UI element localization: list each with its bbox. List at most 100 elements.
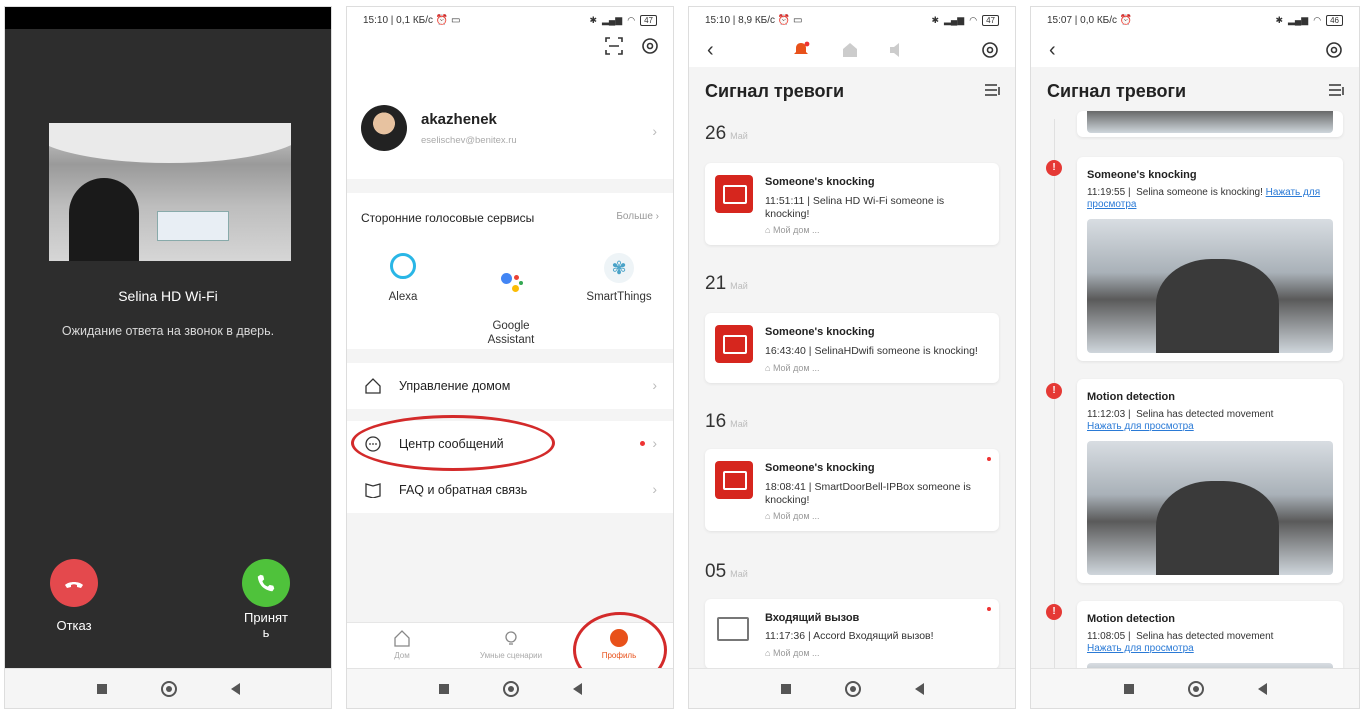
tab-home[interactable]: Дом <box>362 629 442 660</box>
settings-icon[interactable] <box>1325 41 1343 59</box>
wifi-icon: ◠ <box>1313 14 1322 25</box>
battery-indicator: 47 <box>982 14 999 26</box>
voice-services-title: Сторонние голосовые сервисы <box>361 211 535 225</box>
doorbell-icon <box>715 461 753 499</box>
recents-button[interactable] <box>1123 683 1134 694</box>
profile-card[interactable]: akazhenek eselischev@benitex.ru › <box>347 89 673 179</box>
recents-button[interactable] <box>780 683 791 694</box>
chevron-right-icon: › <box>652 435 657 451</box>
event-card-partial[interactable] <box>1077 111 1343 137</box>
status-time: 15:07 | 0,0 КБ/с ⏰ <box>1047 14 1133 26</box>
back-button[interactable] <box>230 682 240 695</box>
alarm-card[interactable]: Someone's knocking 18:08:41 | SmartDoorB… <box>705 449 999 531</box>
chevron-right-icon: › <box>652 481 657 497</box>
decline-button[interactable] <box>50 559 98 607</box>
bulb-icon <box>505 631 517 645</box>
recents-button[interactable] <box>96 683 107 694</box>
more-link[interactable]: Больше › <box>616 211 659 222</box>
home-button[interactable] <box>1187 680 1204 697</box>
service-smartthings[interactable]: ✾ SmartThings <box>579 253 659 303</box>
system-nav-bar <box>347 668 673 708</box>
home-button[interactable] <box>160 680 177 697</box>
speaker-icon[interactable] <box>889 42 905 58</box>
unread-dot <box>640 441 645 446</box>
signal-icon: ▂▄▆ <box>944 14 965 25</box>
recents-button[interactable] <box>438 683 449 694</box>
menu-item-faq[interactable]: FAQ и обратная связь › <box>347 467 673 513</box>
unread-dot <box>987 457 991 461</box>
status-bar: 15:10 | 0,1 КБ/с ⏰ ▭ ✱ ▂▄▆ ◠ 47 <box>347 7 673 33</box>
incoming-call-screen: Selina HD Wi-Fi Ожидание ответа на звоно… <box>4 6 332 709</box>
status-bar: 15:10 | 8,9 КБ/с ⏰ ▭ ✱ ▂▄▆ ◠ 47 <box>689 7 1015 33</box>
settings-icon[interactable] <box>641 37 659 55</box>
voice-services-section: Сторонние голосовые сервисы Больше › Ale… <box>347 193 673 349</box>
alarm-card[interactable]: Someone's knocking 16:43:40 | SelinaHDwi… <box>705 313 999 383</box>
accept-label: Принят ь <box>243 610 288 640</box>
header: ‹ <box>689 33 1015 67</box>
back-button[interactable] <box>914 682 924 695</box>
signal-icon: ▂▄▆ <box>1288 14 1309 25</box>
scan-icon[interactable] <box>605 37 623 55</box>
event-card[interactable]: Someone's knocking 11:19:55 | Selina som… <box>1077 157 1343 361</box>
unread-dot <box>987 607 991 611</box>
user-name: akazhenek <box>421 111 497 128</box>
profile-screen: 15:10 | 0,1 КБ/с ⏰ ▭ ✱ ▂▄▆ ◠ 47 akazhenek e… <box>346 6 674 709</box>
alarm-card[interactable]: Входящий вызов 11:17:36 | Accord Входящи… <box>705 599 999 669</box>
doorbell-icon <box>715 175 753 213</box>
bell-icon[interactable] <box>792 41 810 59</box>
location-label: ⌂ Мой дом ... <box>765 225 820 235</box>
alexa-icon <box>390 253 416 279</box>
smartthings-icon: ✾ <box>604 253 634 283</box>
alarm-timeline-screen: 15:07 | 0,0 КБ/с ⏰ ✱ ▂▄▆ ◠ 46 ‹ Сигнал трев… <box>1030 6 1360 709</box>
filter-icon[interactable] <box>1329 83 1345 97</box>
day-header: 21 Май <box>705 273 748 294</box>
status-bar: 15:07 | 0,0 КБ/с ⏰ ✱ ▂▄▆ ◠ 46 <box>1031 7 1359 33</box>
event-card[interactable]: Motion detection 11:12:03 | Selina has d… <box>1077 379 1343 583</box>
status-area <box>5 7 331 29</box>
back-button[interactable] <box>572 682 582 695</box>
wifi-icon: ◠ <box>627 14 636 25</box>
system-nav-bar <box>1031 668 1359 708</box>
tab-smart-scenes[interactable]: Умные сценарии <box>471 629 551 660</box>
system-nav-bar <box>5 668 331 708</box>
device-name: Selina HD Wi-Fi <box>118 288 218 304</box>
user-email: eselischev@benitex.ru <box>421 135 517 146</box>
alert-icon: ! <box>1046 383 1062 399</box>
page-title: Сигнал тревоги <box>705 81 845 101</box>
menu-group-home: Управление домом › <box>347 363 673 409</box>
house-icon <box>365 378 381 394</box>
view-link[interactable]: Нажать для просмотра <box>1087 643 1194 654</box>
snapshot-image <box>1087 111 1333 133</box>
home-button[interactable] <box>844 680 861 697</box>
alarm-card[interactable]: Someone's knocking 11:51:11 | Selina HD … <box>705 163 999 245</box>
battery-indicator: 46 <box>1326 14 1343 26</box>
camera-preview <box>49 123 291 261</box>
accept-button[interactable] <box>242 559 290 607</box>
service-google-assistant[interactable]: Google Assistant <box>471 253 551 347</box>
wifi-icon: ◠ <box>969 14 978 25</box>
chevron-right-icon: › <box>652 123 657 139</box>
filter-icon[interactable] <box>985 83 1001 97</box>
back-arrow-icon[interactable]: ‹ <box>707 39 714 62</box>
page-title: Сигнал тревоги <box>1047 81 1187 101</box>
location-label: ⌂ Мой дом ... <box>765 511 820 521</box>
battery-indicator: 47 <box>640 14 657 26</box>
system-nav-bar <box>689 668 1015 708</box>
service-alexa[interactable]: Alexa <box>363 253 443 303</box>
monitor-icon <box>717 617 749 641</box>
google-assistant-icon <box>496 267 526 297</box>
settings-icon[interactable] <box>981 41 999 59</box>
view-link[interactable]: Нажать для просмотра <box>1087 421 1194 432</box>
day-header: 26 Май <box>705 123 748 144</box>
menu-item-home-management[interactable]: Управление домом › <box>347 363 673 409</box>
snapshot-image[interactable] <box>1087 219 1333 353</box>
house-icon[interactable] <box>842 42 858 58</box>
home-button[interactable] <box>502 680 519 697</box>
doorbell-icon <box>715 325 753 363</box>
chevron-right-icon: › <box>652 377 657 393</box>
phone-icon <box>257 574 275 592</box>
header: ‹ <box>1031 33 1359 67</box>
snapshot-image[interactable] <box>1087 441 1333 575</box>
back-arrow-icon[interactable]: ‹ <box>1049 39 1056 62</box>
back-button[interactable] <box>1257 682 1267 695</box>
